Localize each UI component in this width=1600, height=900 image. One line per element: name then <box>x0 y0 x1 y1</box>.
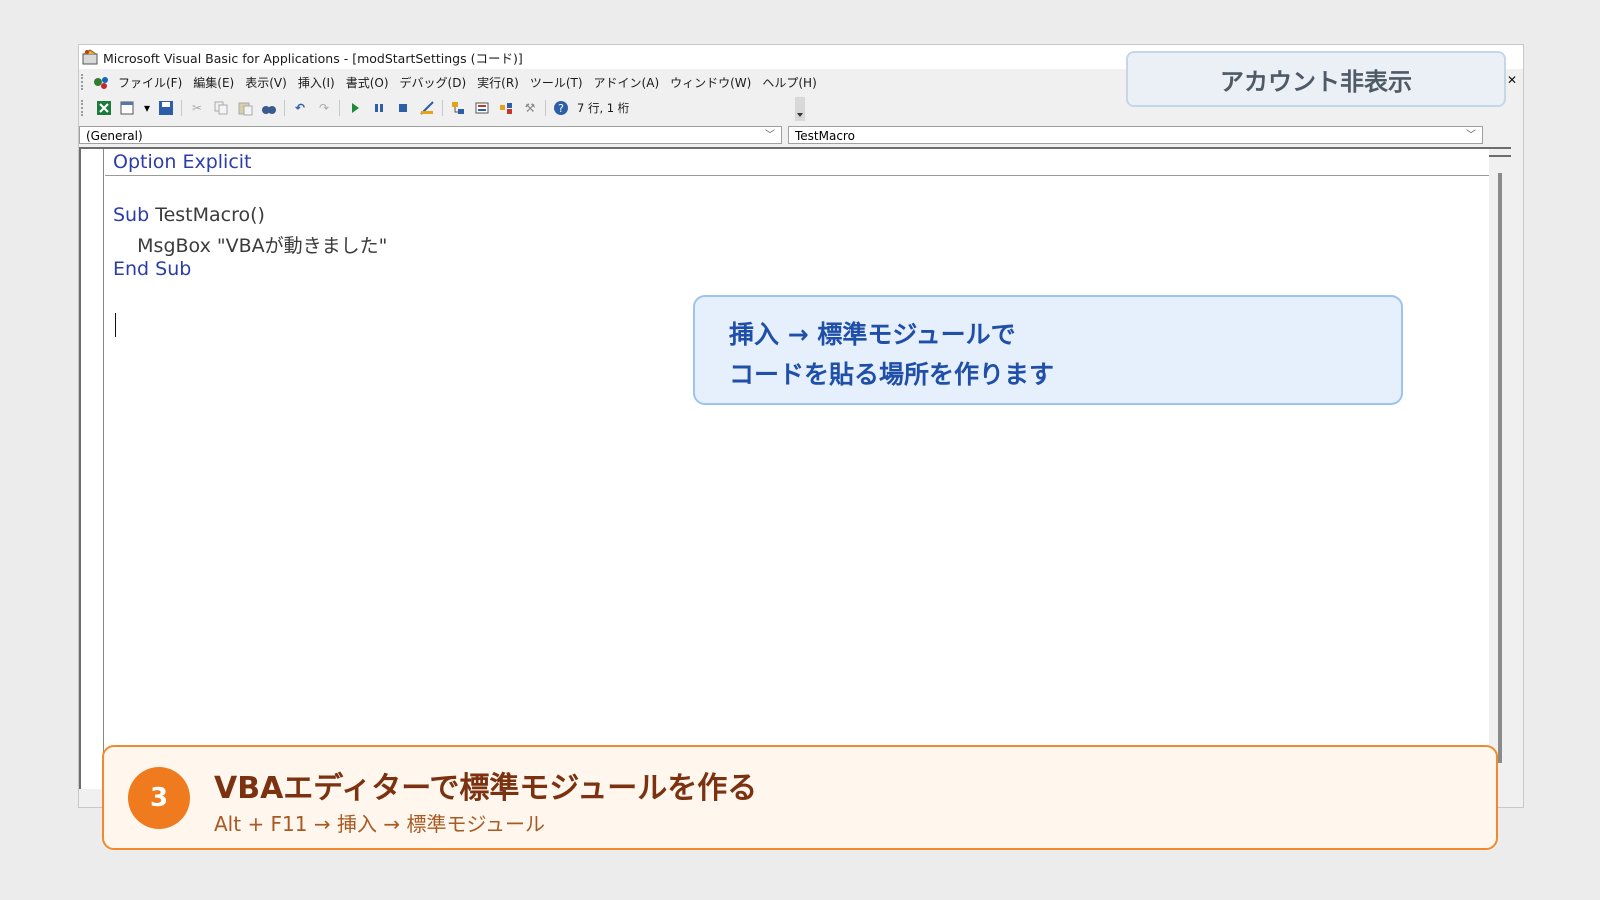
toolbox-icon[interactable]: ⚒ <box>521 100 539 116</box>
step-title: VBAエディターで標準モジュールを作る <box>214 771 758 806</box>
procedure-combo[interactable]: TestMacro ﹀ <box>788 126 1483 144</box>
code-margin-indicator-bar[interactable] <box>81 149 104 789</box>
code-line-msgbox[interactable]: MsgBox "VBAが動きました" <box>113 231 387 258</box>
code-text: MsgBox "VBAが動きました" <box>113 235 388 257</box>
toolbar-separator <box>284 100 285 116</box>
chevron-down-icon[interactable]: ﹀ <box>1466 127 1476 145</box>
toolbar-separator <box>339 100 340 116</box>
text-caret <box>115 313 116 337</box>
vertical-scrollbar[interactable] <box>1489 149 1511 789</box>
code-keyword: Sub <box>113 204 150 226</box>
cursor-position-label: 7 行, 1 桁 <box>577 101 630 115</box>
toolbar-separator <box>442 100 443 116</box>
step-number-badge: 3 <box>128 767 190 829</box>
menu-format[interactable]: 書式(O) <box>346 74 389 91</box>
menu-file[interactable]: ファイル(F) <box>118 74 182 91</box>
insert-userform-icon[interactable] <box>119 100 137 116</box>
chevron-down-icon[interactable]: ﹀ <box>765 127 775 145</box>
save-icon[interactable] <box>157 100 175 116</box>
design-mode-icon[interactable] <box>418 100 436 116</box>
dropdown-arrow-icon[interactable]: ▾ <box>143 100 151 116</box>
code-line-sub[interactable]: Sub TestMacro() <box>113 204 265 226</box>
object-combo[interactable]: (General) ﹀ <box>79 126 782 144</box>
procedure-combo-value: TestMacro <box>795 129 855 143</box>
vba-editor-window: Microsoft Visual Basic for Applications … <box>78 44 1524 808</box>
redo-icon[interactable]: ↷ <box>315 100 333 116</box>
step-banner: 3 VBAエディターで標準モジュールを作る Alt + F11 → 挿入 → 標… <box>102 745 1498 850</box>
vba-app-icon <box>81 49 99 65</box>
find-icon[interactable] <box>260 100 278 116</box>
toolbar-grip[interactable] <box>81 100 86 116</box>
menu-tools[interactable]: ツール(T) <box>530 74 583 91</box>
excel-menu-icon[interactable] <box>92 74 112 90</box>
menu-bar: ファイル(F) 編集(E) 表示(V) 挿入(I) 書式(O) デバッグ(D) … <box>79 71 1109 93</box>
code-text: TestMacro() <box>149 204 265 226</box>
instruction-callout: 挿入 → 標準モジュールで コードを貼る場所を作ります <box>693 295 1403 405</box>
close-icon[interactable]: ✕ <box>1507 73 1517 87</box>
help-icon[interactable]: ? <box>552 100 570 116</box>
menu-help[interactable]: ヘルプ(H) <box>762 74 816 91</box>
callout-line-1: 挿入 → 標準モジュールで <box>729 320 1016 349</box>
account-hidden-badge: アカウント非表示 <box>1126 51 1506 107</box>
scrollbar-thumb[interactable] <box>1498 173 1502 763</box>
break-icon[interactable] <box>370 100 388 116</box>
code-window: Option Explicit Sub TestMacro() MsgBox "… <box>79 147 1511 789</box>
properties-icon[interactable] <box>473 100 491 116</box>
code-editor[interactable]: Option Explicit Sub TestMacro() MsgBox "… <box>105 149 1489 789</box>
cut-icon[interactable]: ✂ <box>188 100 206 116</box>
menu-insert[interactable]: 挿入(I) <box>298 74 335 91</box>
toolbar-separator <box>181 100 182 116</box>
menu-window[interactable]: ウィンドウ(W) <box>670 74 751 91</box>
menu-grip[interactable] <box>81 74 86 90</box>
code-line-end-sub[interactable]: End Sub <box>113 258 191 280</box>
toolbar-separator <box>545 100 546 116</box>
step-subtitle: Alt + F11 → 挿入 → 標準モジュール <box>214 812 546 836</box>
menu-debug[interactable]: デバッグ(D) <box>400 74 467 91</box>
split-bar[interactable] <box>1489 149 1511 157</box>
menu-run[interactable]: 実行(R) <box>477 74 519 91</box>
reset-icon[interactable] <box>394 100 412 116</box>
menu-view[interactable]: 表示(V) <box>245 74 287 91</box>
menu-edit[interactable]: 編集(E) <box>193 74 234 91</box>
svg-text:?: ? <box>558 102 564 115</box>
window-title: Microsoft Visual Basic for Applications … <box>103 50 523 66</box>
procedure-separator <box>105 175 1489 176</box>
code-keyword: Option Explicit <box>113 151 252 173</box>
callout-line-2: コードを貼る場所を作ります <box>729 360 1055 389</box>
run-icon[interactable] <box>346 100 364 116</box>
code-keyword: End Sub <box>113 258 192 280</box>
standard-toolbar: ▾ ✂ ↶ ↷ ⚒ ? 7 行, 1 桁 <box>79 97 805 121</box>
undo-icon[interactable]: ↶ <box>291 100 309 116</box>
paste-icon[interactable] <box>236 100 254 116</box>
excel-icon[interactable] <box>95 100 113 116</box>
copy-icon[interactable] <box>212 100 230 116</box>
project-explorer-icon[interactable] <box>449 100 467 116</box>
menu-addins[interactable]: アドイン(A) <box>594 74 660 91</box>
object-browser-icon[interactable] <box>497 100 515 116</box>
code-line-option-explicit[interactable]: Option Explicit <box>113 151 252 173</box>
toolbar-options-button[interactable] <box>795 97 805 121</box>
object-combo-value: (General) <box>86 129 143 143</box>
